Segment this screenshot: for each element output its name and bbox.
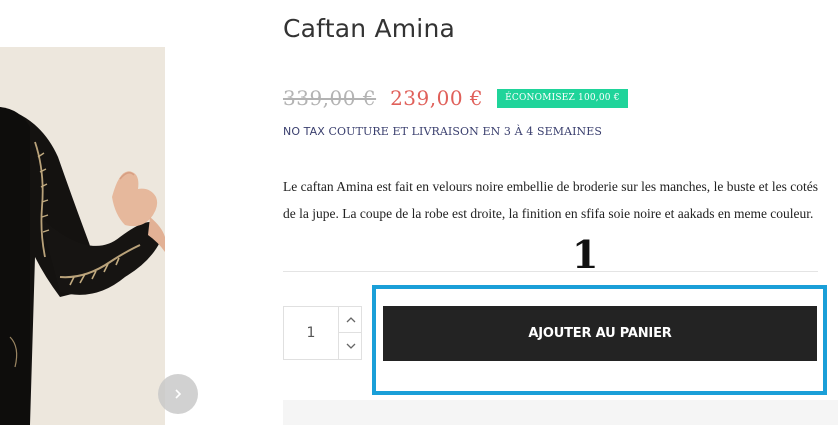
annotation-number: 1: [572, 232, 599, 277]
tax-delivery-line: NO TAX COUTURE ET LIVRAISON EN 3 À 4 SEM…: [283, 125, 602, 138]
savings-badge: ÉCONOMISEZ 100,00 €: [497, 88, 628, 108]
product-description: Le caftan Amina est fait en velours noir…: [283, 179, 818, 221]
no-tax-label: NO TAX: [283, 125, 325, 138]
chevron-right-icon: [175, 389, 182, 399]
price-row: 339,00 € 239,00 € ÉCONOMISEZ 100,00 €: [283, 86, 628, 110]
quantity-decrease-button[interactable]: [338, 333, 362, 359]
divider: [283, 271, 818, 272]
chevron-up-icon: [346, 316, 355, 322]
product-title: Caftan Amina: [283, 14, 456, 43]
original-price: 339,00 €: [283, 86, 377, 110]
quantity-stepper[interactable]: 1: [283, 306, 362, 360]
delivery-note: COUTURE ET LIVRAISON EN 3 À 4 SEMAINES: [328, 125, 603, 138]
sale-price: 239,00 €: [390, 86, 484, 110]
quantity-increase-button[interactable]: [338, 307, 362, 333]
caftan-photo: [0, 47, 165, 425]
quantity-input[interactable]: 1: [284, 307, 338, 359]
info-panel: [283, 400, 838, 425]
product-image[interactable]: [0, 47, 165, 425]
chevron-down-icon: [346, 343, 355, 349]
add-to-cart-button[interactable]: AJOUTER AU PANIER: [383, 306, 817, 361]
gallery-next-button[interactable]: [158, 374, 198, 414]
